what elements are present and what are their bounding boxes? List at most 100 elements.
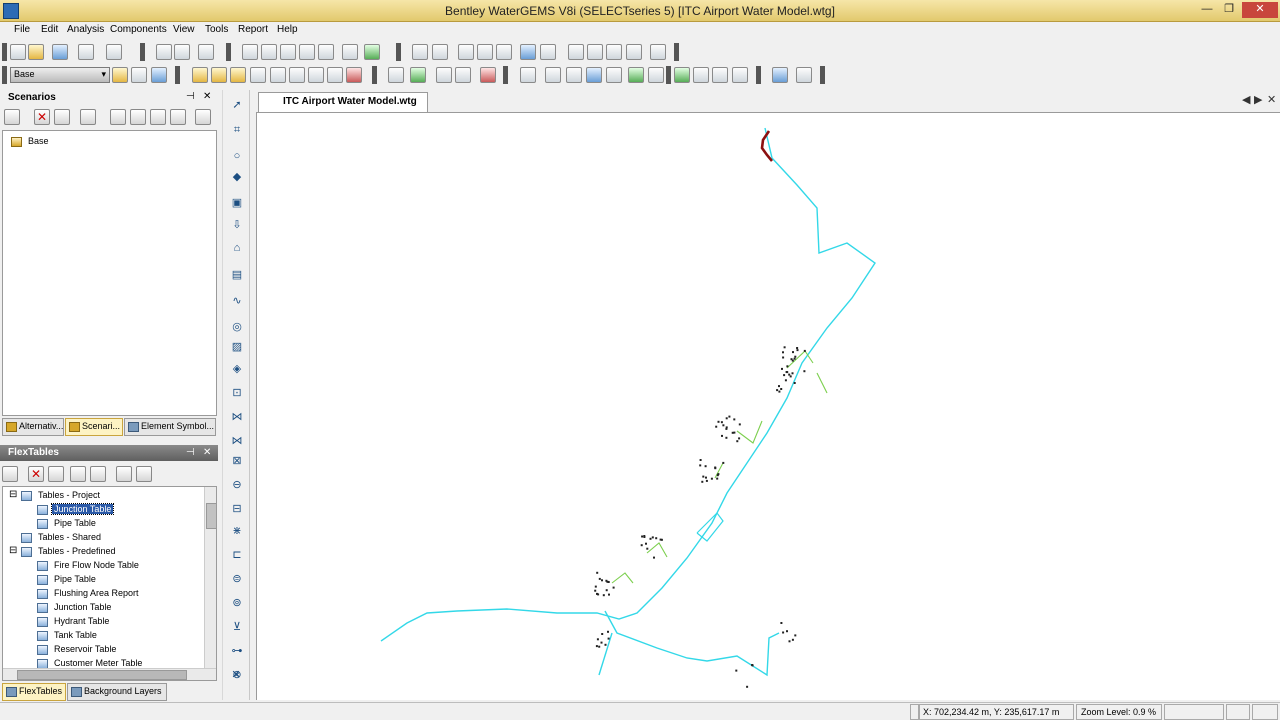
criticality-icon[interactable] [586,67,602,83]
junction-node[interactable] [725,426,728,429]
junction-node[interactable] [601,633,604,635]
expander-icon[interactable]: ⊟ [9,545,17,556]
junction-node[interactable] [793,357,796,360]
junction-node[interactable] [601,579,603,582]
junction-node[interactable] [721,434,723,437]
junction-node[interactable] [608,593,610,596]
compute-scenario-icon[interactable] [110,109,126,125]
patterns-icon[interactable] [270,67,286,83]
air-valve-icon[interactable]: ⊜ [229,570,245,586]
surge-valve-icon[interactable]: ⊻ [229,618,245,634]
batch-morph-icon[interactable] [712,67,728,83]
alternatives-icon[interactable] [131,67,147,83]
junction-node[interactable] [780,388,783,390]
junction-node[interactable] [736,440,739,443]
delete-icon[interactable]: ✕ [34,109,50,125]
isolation-valve-icon[interactable] [674,67,690,83]
engineering-libraries-icon[interactable] [327,67,343,83]
flextable-tree-item[interactable]: Tables - Shared [21,531,191,545]
gpv-valve-icon[interactable]: ⊠ [229,452,245,468]
toolbar-grip[interactable] [175,66,180,84]
junction-node[interactable] [653,556,655,559]
turbine-icon[interactable]: ⋇ [229,522,245,538]
main-pipe[interactable] [380,127,876,642]
close-button[interactable]: ✕ [1242,2,1278,18]
junction-node[interactable] [659,538,662,541]
report-icon[interactable] [90,466,106,482]
junction-node[interactable] [699,464,702,467]
help-icon[interactable] [796,67,812,83]
scrollbar-thumb[interactable] [17,670,187,680]
menu-help[interactable]: Help [277,24,298,35]
help-icon[interactable] [136,466,152,482]
junction-node[interactable] [784,379,787,382]
expander-icon[interactable]: ⊟ [9,489,17,500]
zoom-in-icon[interactable] [280,44,296,60]
junction-node[interactable] [728,415,731,418]
menu-edit[interactable]: Edit [41,24,58,35]
junction-node[interactable] [776,389,779,392]
menu-analysis[interactable]: Analysis [67,24,104,35]
junction-node[interactable] [598,577,601,580]
undo-icon[interactable] [156,44,172,60]
prv-valve-icon[interactable]: ▨ [229,338,245,354]
vertical-scrollbar[interactable] [204,487,216,668]
spot-elevation-icon[interactable]: ⊟ [229,500,245,516]
tab-background-layers[interactable]: Background Layers [67,683,167,701]
thiessen-polygon-icon[interactable] [455,67,471,83]
refresh-icon[interactable] [364,44,380,60]
junction-node[interactable] [596,571,599,574]
reservoir-icon[interactable]: ⇩ [229,216,245,232]
junction-node[interactable] [783,374,786,377]
tcv-valve-icon[interactable]: ⋈ [229,432,245,448]
junction-node[interactable] [796,349,799,352]
pressure-dependent-demand-icon[interactable] [346,67,362,83]
flushing-icon[interactable] [628,67,644,83]
help-icon[interactable] [195,109,211,125]
junction-node[interactable] [796,347,799,349]
junction-icon[interactable]: ○ [229,148,245,164]
prototypes-icon[interactable] [496,44,512,60]
junction-node[interactable] [651,536,654,539]
expand-all-icon[interactable] [170,109,186,125]
junction-node[interactable] [605,579,608,582]
save-status-icon[interactable] [1226,704,1250,720]
pipe-layout-icon[interactable]: ⌗ [229,122,245,138]
drawing-canvas[interactable] [256,112,1280,700]
junction-node[interactable] [655,537,658,540]
edit-icon[interactable] [70,466,86,482]
junction-node[interactable] [717,420,720,423]
make-current-icon[interactable] [80,109,96,125]
junction-node[interactable] [594,589,597,592]
junction-node[interactable] [607,637,610,640]
select-icon[interactable]: ➚ [229,96,245,112]
pbv-valve-icon[interactable]: ⊡ [229,384,245,400]
junction-node[interactable] [595,645,598,648]
batch-run-icon[interactable] [130,109,146,125]
junction-node[interactable] [794,355,797,358]
trex-icon[interactable] [410,67,426,83]
tab-alternatives[interactable]: Alternativ... [2,418,64,436]
pan-icon[interactable] [342,44,358,60]
junction-node[interactable] [781,367,783,370]
junction-node[interactable] [701,480,704,483]
junction-node[interactable] [791,372,794,375]
bentley-services-icon[interactable] [772,67,788,83]
scenario-base-node[interactable]: Base [11,135,111,149]
junction-node[interactable] [600,641,603,644]
pin-icon[interactable]: ⊣ [186,447,195,458]
scada-connect-icon[interactable] [606,67,622,83]
junction-node[interactable] [710,477,713,480]
junction-node[interactable] [782,351,784,354]
junction-node[interactable] [738,437,741,440]
junction-node[interactable] [778,385,780,388]
selection-sets-icon[interactable] [477,44,493,60]
junction-node[interactable] [794,634,797,637]
toolbar-grip[interactable] [372,66,377,84]
report-icon[interactable] [626,44,642,60]
compute-icon[interactable] [211,67,227,83]
pipe-break-icon[interactable] [648,67,664,83]
junction-node[interactable] [803,349,806,352]
open-icon[interactable] [28,44,44,60]
calculation-options-icon[interactable] [151,67,167,83]
